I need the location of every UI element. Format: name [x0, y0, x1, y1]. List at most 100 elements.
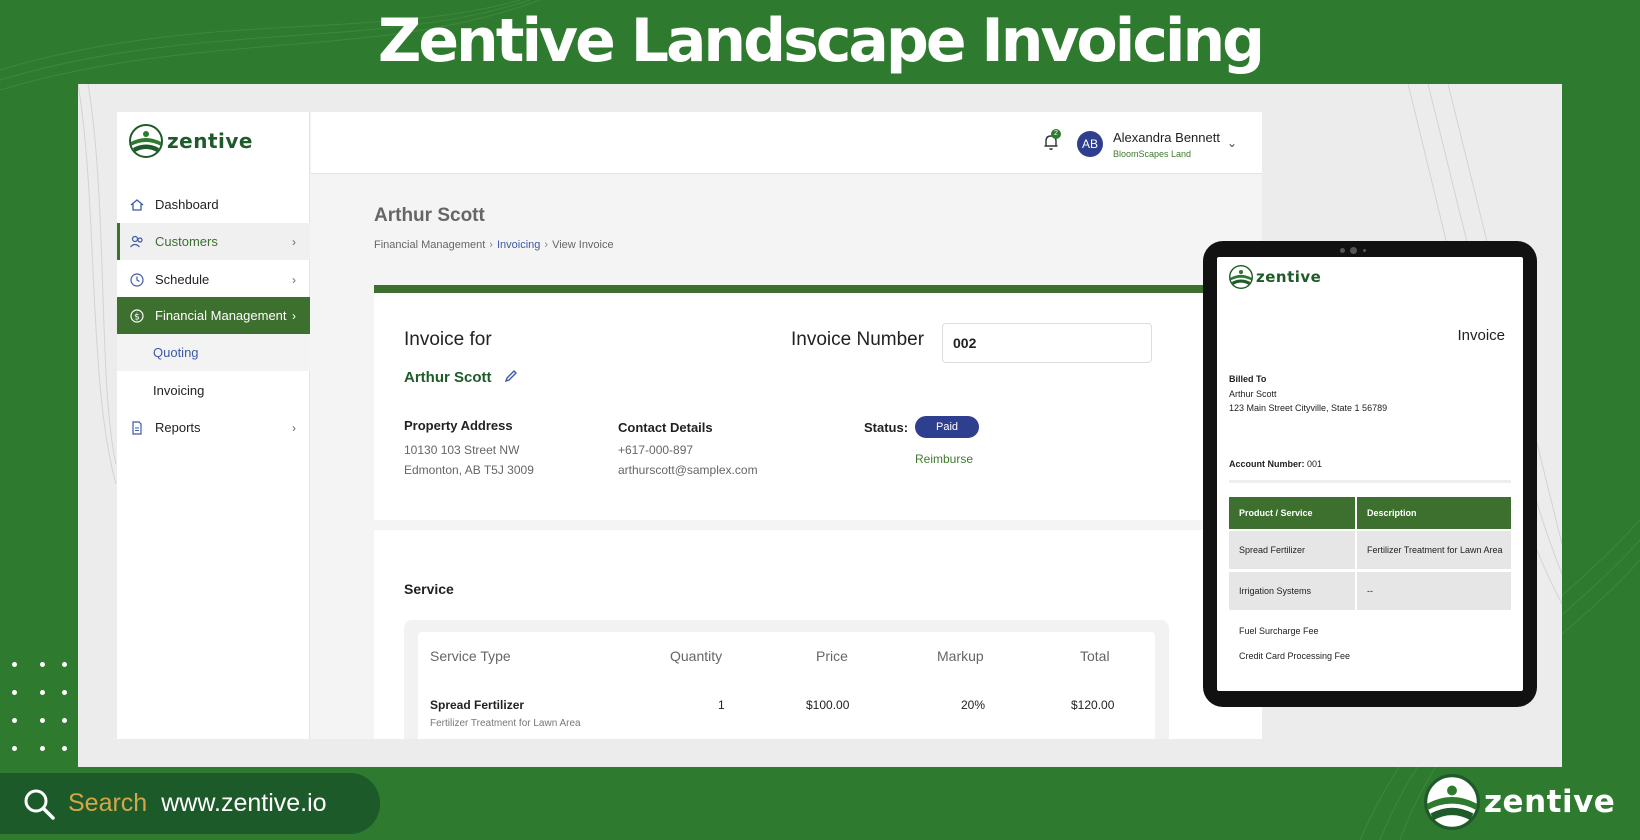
column-header-quantity: Quantity [670, 648, 723, 664]
logo-text: zentive [1484, 784, 1616, 820]
account-number-value: 001 [1307, 459, 1323, 469]
edit-pencil-icon[interactable] [504, 369, 518, 383]
service-title: Service [404, 581, 454, 597]
zentive-logo-icon [1424, 774, 1480, 830]
chevron-right-icon: › [489, 239, 493, 251]
sidebar-item-label: Quoting [153, 345, 199, 360]
sidebar-item-label: Dashboard [155, 197, 219, 212]
zentive-logo-icon [129, 124, 163, 158]
divider [1229, 480, 1511, 483]
breadcrumb: Financial Management › Invoicing › View Invo… [374, 239, 614, 251]
cell-markup: 20% [961, 698, 986, 712]
chevron-down-icon[interactable]: ⌄ [1227, 136, 1237, 150]
sidebar-item-financial-management[interactable]: $ Financial Management › [117, 297, 310, 334]
service-card: Service Service Type Quantity Price Mark… [374, 530, 1262, 739]
home-icon [129, 197, 145, 213]
breadcrumb-invoicing[interactable]: Invoicing [497, 239, 540, 251]
cell-description: Fertilizer Treatment for Lawn Area [1357, 531, 1511, 569]
topbar: 2 AB Alexandra Bennett BloomScapes Land … [311, 112, 1262, 174]
app-logo[interactable]: zentive [129, 124, 253, 158]
tablet-screen: zentive Invoice Billed To Arthur Scott 1… [1217, 257, 1523, 691]
billed-address: 123 Main Street Cityville, State 1 56789 [1229, 403, 1388, 413]
service-table-wrapper: Service Type Quantity Price Markup Total… [404, 620, 1169, 739]
fee-item: Fuel Surcharge Fee [1239, 626, 1319, 636]
sidebar-item-label: Customers [155, 234, 218, 249]
cell-product: Irrigation Systems [1229, 572, 1355, 610]
invoice-details-card: Invoice for Arthur Scott Invoice Number … [374, 285, 1262, 520]
avatar[interactable]: AB [1077, 131, 1103, 157]
property-address-label: Property Address [404, 418, 513, 433]
tablet-logo: zentive [1229, 265, 1321, 289]
user-name[interactable]: Alexandra Bennett [1113, 130, 1220, 145]
dollar-icon: $ [129, 308, 145, 324]
chevron-right-icon: › [292, 272, 296, 287]
chevron-right-icon: › [292, 308, 296, 323]
invoice-for-label: Invoice for [404, 329, 492, 350]
search-label: Search [68, 789, 148, 817]
svg-text:$: $ [134, 312, 140, 322]
chevron-right-icon: › [292, 420, 296, 435]
service-table: Service Type Quantity Price Markup Total… [418, 632, 1155, 739]
sidebar-item-label: Invoicing [153, 383, 205, 398]
sidebar-subitem-invoicing[interactable]: Invoicing [117, 372, 310, 409]
clock-icon [129, 272, 145, 288]
app-window: zentive Dashboard Customers › Schedule ›… [117, 112, 1262, 739]
sidebar-subitem-quoting[interactable]: Quoting [117, 334, 310, 371]
reimburse-link[interactable]: Reimburse [915, 452, 973, 466]
cell-quantity: 1 [718, 698, 725, 712]
breadcrumb-financial-management[interactable]: Financial Management [374, 239, 485, 251]
page-title: Arthur Scott [374, 205, 485, 226]
cell-total: $120.00 [1071, 698, 1115, 712]
user-organization: BloomScapes Land [1113, 149, 1192, 159]
breadcrumb-view-invoice: View Invoice [552, 239, 614, 251]
camera-lens [1350, 247, 1357, 254]
address-line-2: Edmonton, AB T5J 3009 [404, 463, 534, 477]
cell-service-type: Spread Fertilizer [430, 698, 525, 712]
website-url[interactable]: www.zentive.io [161, 789, 326, 818]
column-header-service-type: Service Type [430, 648, 511, 664]
report-icon [129, 420, 145, 436]
notification-badge: 2 [1051, 129, 1061, 139]
sensor-dot [1363, 249, 1366, 252]
sidebar-item-reports[interactable]: Reports › [117, 409, 310, 446]
cell-description: -- [1357, 572, 1511, 610]
sidebar: zentive Dashboard Customers › Schedule ›… [117, 112, 310, 739]
address-line-1: 10130 103 Street NW [404, 443, 520, 457]
contact-email: arthurscott@samplex.com [618, 463, 758, 477]
users-icon [129, 234, 145, 250]
contact-details-label: Contact Details [618, 420, 713, 435]
search-icon [24, 789, 55, 820]
billed-to-label: Billed To [1229, 374, 1267, 384]
sidebar-item-customers[interactable]: Customers › [117, 223, 310, 260]
sidebar-item-schedule[interactable]: Schedule › [117, 261, 310, 298]
cell-service-description: Fertilizer Treatment for Lawn Area [430, 718, 581, 729]
invoice-number-field[interactable]: 002 [942, 323, 1152, 363]
billed-name: Arthur Scott [1229, 389, 1277, 399]
footer-logo: zentive [1424, 774, 1615, 830]
customer-name[interactable]: Arthur Scott [404, 369, 492, 386]
cell-price: $100.00 [806, 698, 850, 712]
camera-dot [1340, 248, 1345, 253]
column-header-description: Description [1357, 497, 1511, 529]
sidebar-item-label: Financial Management [155, 308, 287, 323]
column-header-product: Product / Service [1229, 497, 1355, 529]
account-number-label: Account Number: [1229, 459, 1305, 469]
search-bar[interactable]: Search www.zentive.io [0, 773, 380, 834]
sidebar-item-label: Schedule [155, 272, 210, 287]
cell-product: Spread Fertilizer [1229, 531, 1355, 569]
invoice-number-label: Invoice Number [791, 329, 925, 350]
status-badge: Paid [915, 416, 979, 438]
zentive-logo-icon [1229, 265, 1253, 289]
tablet-invoice-title: Invoice [1457, 327, 1505, 344]
chevron-right-icon: › [292, 234, 296, 249]
sidebar-item-label: Reports [155, 420, 201, 435]
fee-item: Credit Card Processing Fee [1239, 651, 1351, 661]
logo-text: zentive [167, 129, 253, 153]
contact-phone: +617-000-897 [618, 443, 694, 457]
logo-text: zentive [1256, 268, 1322, 286]
column-header-markup: Markup [937, 648, 984, 664]
status-label: Status: [864, 420, 909, 435]
sidebar-item-dashboard[interactable]: Dashboard [117, 186, 310, 223]
banner-title: Zentive Landscape Invoicing [377, 6, 1265, 76]
chevron-right-icon: › [544, 239, 549, 251]
